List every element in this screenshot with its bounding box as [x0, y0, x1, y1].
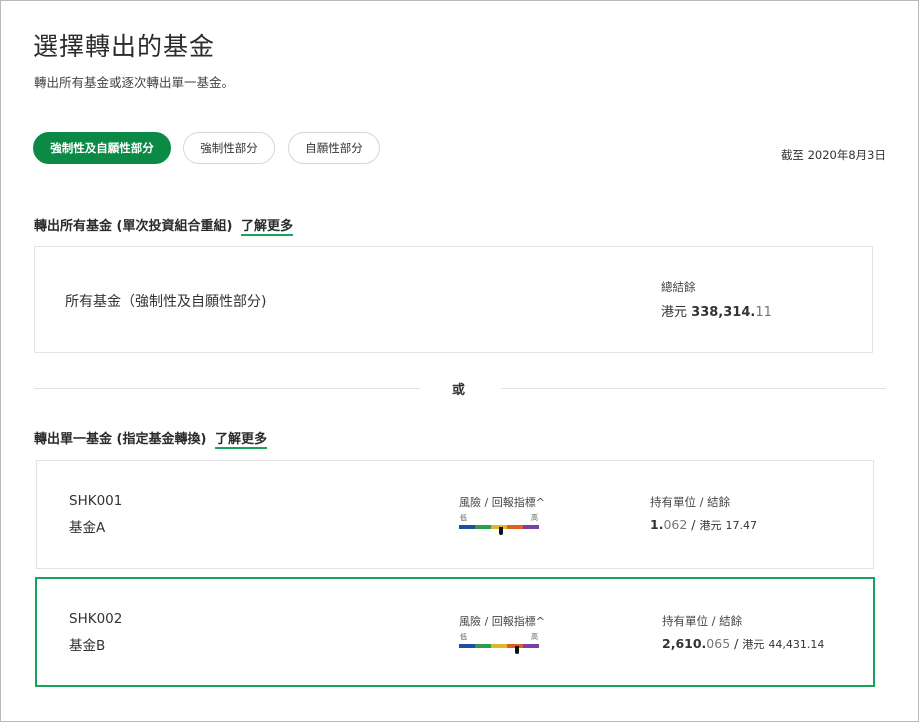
total-balance-label: 總結餘 [661, 280, 696, 294]
tab-mandatory[interactable]: 強制性部分 [183, 132, 275, 164]
total-balance-currency: 港元 [661, 305, 688, 320]
units-whole: 1. [650, 517, 664, 532]
balance-value: 44,431.14 [768, 638, 825, 651]
risk-indicator-marker [514, 646, 519, 654]
all-funds-heading-text: 轉出所有基金 (單次投資組合重組) [34, 219, 233, 234]
total-balance-whole: 338,314. [691, 305, 756, 320]
all-funds-card[interactable]: 所有基金（強制性及自願性部分) 總結餘 港元 338,314.11 [34, 246, 873, 353]
balance-currency: 港元 [742, 638, 765, 651]
divider-right [501, 388, 886, 389]
learn-more-link[interactable]: 了解更多 [240, 219, 293, 236]
fund-code: SHK001 [69, 493, 123, 509]
fund-name: 基金A [69, 520, 106, 536]
as-of-date: 截至 2020年8月3日 [780, 148, 886, 162]
risk-indicator-marker [498, 527, 503, 535]
risk-return-label: 風險 / 回報指標^ [459, 615, 545, 628]
divider-left [34, 388, 420, 389]
learn-more-link[interactable]: 了解更多 [214, 432, 267, 449]
holdings-label: 持有單位 / 結餘 [650, 495, 731, 509]
tab-mandatory-and-voluntary[interactable]: 強制性及自願性部分 [33, 132, 171, 164]
total-balance-value: 港元 338,314.11 [661, 301, 772, 320]
risk-low-label: 低 [460, 514, 467, 522]
risk-scale-bar [459, 644, 539, 648]
single-fund-heading-text: 轉出單一基金 (指定基金轉換) [34, 432, 207, 447]
fund-name: 基金B [69, 638, 106, 654]
tab-voluntary[interactable]: 自願性部分 [288, 132, 380, 164]
risk-high-label: 高 [531, 514, 538, 522]
units-decimal: 062 [663, 517, 688, 532]
fund-card[interactable]: SHK001 基金A 風險 / 回報指標^ 低 高 持有單位 / 結餘 1.06… [36, 460, 874, 569]
all-funds-label: 所有基金（強制性及自願性部分) [65, 294, 267, 310]
risk-low-label: 低 [460, 633, 467, 641]
risk-high-label: 高 [531, 633, 538, 641]
total-balance-decimal: 11 [755, 305, 772, 320]
page-subtitle: 轉出所有基金或逐次轉出單一基金。 [34, 75, 235, 90]
holdings-value: 1.062 / 港元 17.47 [650, 517, 757, 533]
units-whole: 2,610. [662, 636, 707, 651]
units-decimal: 065 [706, 636, 731, 651]
fund-code: SHK002 [69, 611, 123, 627]
page-title: 選擇轉出的基金 [33, 32, 216, 61]
holdings-value: 2,610.065 / 港元 44,431.14 [662, 636, 824, 652]
risk-return-label: 風險 / 回報指標^ [459, 496, 545, 509]
balance-value: 17.47 [725, 519, 757, 532]
or-divider-label: 或 [452, 383, 466, 398]
balance-currency: 港元 [699, 519, 722, 532]
holdings-separator: / [691, 517, 696, 532]
single-fund-heading: 轉出單一基金 (指定基金轉換) 了解更多 [34, 428, 267, 449]
holdings-separator: / [734, 636, 739, 651]
all-funds-heading: 轉出所有基金 (單次投資組合重組) 了解更多 [34, 215, 293, 236]
fund-card-selected[interactable]: SHK002 基金B 風險 / 回報指標^ 低 高 持有單位 / 結餘 2,61… [35, 577, 875, 687]
holdings-label: 持有單位 / 結餘 [662, 614, 743, 628]
